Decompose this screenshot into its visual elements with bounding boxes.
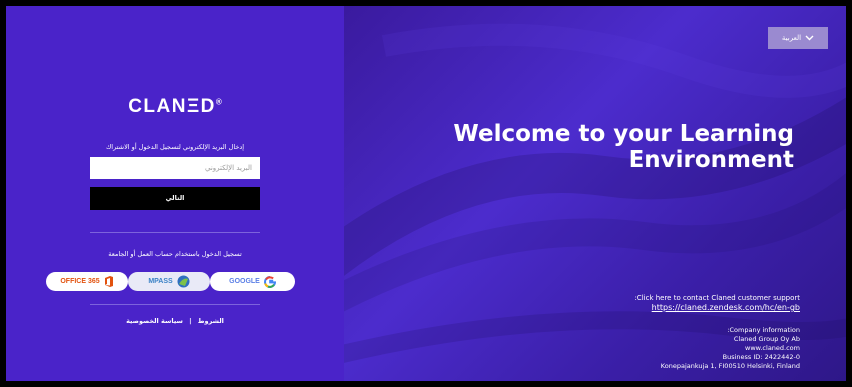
company-name: Claned Group Oy Ab bbox=[733, 335, 800, 343]
brush-texture bbox=[344, 23, 846, 363]
support-block: :Click here to contact Claned customer s… bbox=[634, 293, 800, 313]
mpass-button[interactable]: MPASS bbox=[128, 272, 210, 291]
login-screen: CLANΞD® إدخال البريد الإلكتروني لتسجيل ا… bbox=[6, 6, 846, 381]
office365-label: OFFICE 365 bbox=[60, 278, 100, 285]
chevron-down-icon bbox=[805, 35, 814, 41]
company-address: Konepajankuja 1, FI00510 Helsinki, Finla… bbox=[660, 362, 800, 370]
screenshot-frame: CLANΞD® إدخال البريد الإلكتروني لتسجيل ا… bbox=[0, 0, 852, 387]
divider bbox=[90, 304, 260, 305]
company-title: :Company information bbox=[727, 326, 800, 334]
office-icon bbox=[104, 276, 113, 287]
next-button[interactable]: التالي bbox=[90, 187, 260, 210]
google-label: GOOGLE bbox=[229, 278, 260, 285]
language-label: العربية bbox=[781, 34, 802, 42]
google-icon bbox=[263, 275, 276, 288]
privacy-link[interactable]: سياسة الخصوصية bbox=[126, 317, 183, 325]
company-business-id: Business ID: 2422442-0 bbox=[722, 353, 800, 361]
support-text: :Click here to contact Claned customer s… bbox=[634, 294, 800, 302]
mpass-label: MPASS bbox=[148, 278, 173, 285]
email-input[interactable] bbox=[90, 157, 260, 179]
language-selector[interactable]: العربية bbox=[768, 27, 828, 49]
office365-button[interactable]: OFFICE 365 bbox=[46, 272, 128, 291]
divider bbox=[90, 232, 260, 233]
hero-panel bbox=[344, 6, 846, 381]
support-link[interactable]: https://claned.zendesk.com/hc/en-gb bbox=[634, 303, 800, 313]
terms-link[interactable]: الشروط bbox=[198, 317, 224, 325]
signin-panel: CLANΞD® إدخال البريد الإلكتروني لتسجيل ا… bbox=[6, 6, 344, 381]
welcome-line-1: Welcome to your Learning bbox=[453, 121, 794, 147]
sso-note: تسجيل الدخول باستخدام حساب العمل أو الجا… bbox=[108, 250, 242, 258]
claned-logo: CLANΞD® bbox=[128, 96, 222, 117]
company-website: www.claned.com bbox=[745, 344, 800, 352]
link-separator: | bbox=[189, 317, 192, 325]
welcome-heading: Welcome to your Learning Environment bbox=[374, 121, 794, 173]
welcome-line-2: Environment bbox=[628, 147, 794, 173]
footer-links: سياسة الخصوصية | الشروط bbox=[6, 317, 344, 325]
signin-intro: إدخال البريد الإلكتروني لتسجيل الدخول أو… bbox=[105, 143, 245, 151]
mpass-icon bbox=[177, 275, 190, 288]
company-info: :Company information Claned Group Oy Ab … bbox=[661, 326, 800, 371]
google-button[interactable]: GOOGLE bbox=[210, 272, 295, 291]
